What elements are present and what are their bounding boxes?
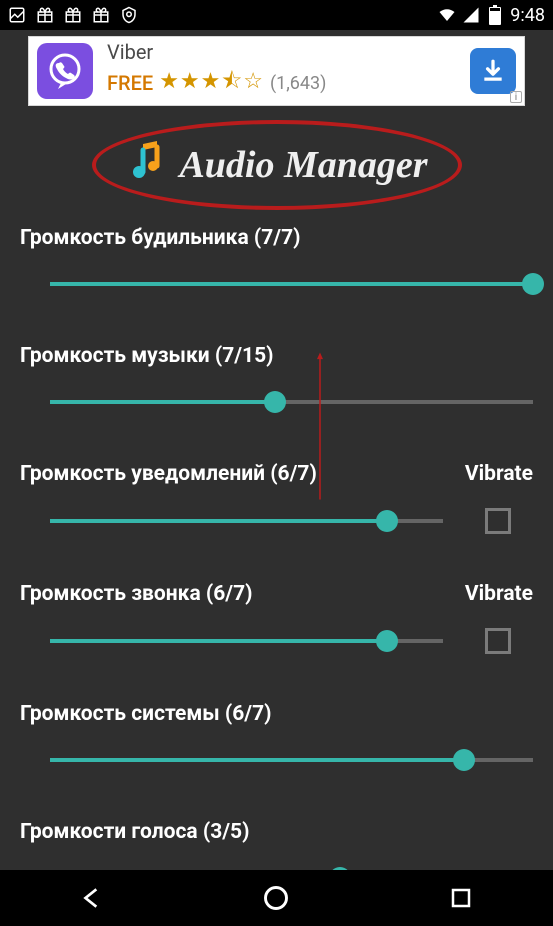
vibrate-label: Vibrate <box>465 582 533 606</box>
vibrate-label: Vibrate <box>465 462 533 486</box>
clock: 9:48 <box>510 5 545 26</box>
ad-free-label: FREE <box>107 71 153 95</box>
gift-icon <box>92 6 110 24</box>
volume-control: Громкость звонка (6/7) Vibrate <box>20 582 533 654</box>
volume-control: Громкость уведомлений (6/7) Vibrate <box>20 462 533 534</box>
volume-slider[interactable] <box>50 390 533 414</box>
shield-icon <box>120 6 138 24</box>
home-button[interactable] <box>260 882 292 914</box>
vibrate-checkbox[interactable] <box>485 628 511 654</box>
signal-icon <box>462 6 480 24</box>
volume-control: Громкость системы (6/7) <box>20 702 533 772</box>
ad-banner[interactable]: Viber FREE ★★★⯪☆ (1,643) i <box>28 36 525 106</box>
volume-controls: Громкость будильника (7/7) Громкость музы… <box>0 216 553 890</box>
ad-info-icon[interactable]: i <box>510 91 522 103</box>
app-title-area: Audio Manager <box>92 120 462 210</box>
status-bar: 9:48 <box>0 0 553 30</box>
volume-slider[interactable] <box>50 748 533 772</box>
battery-icon <box>486 6 504 24</box>
download-button[interactable] <box>470 48 516 94</box>
image-icon <box>8 6 26 24</box>
ad-title: Viber <box>107 40 326 64</box>
volume-slider[interactable] <box>50 509 443 533</box>
volume-label: Громкость будильника (7/7) <box>20 226 301 250</box>
ad-stars: ★★★⯪☆ <box>159 64 264 102</box>
gift-icon <box>36 6 54 24</box>
volume-label: Громкость уведомлений (6/7) <box>20 462 317 486</box>
recent-apps-button[interactable] <box>445 882 477 914</box>
status-right: 9:48 <box>438 5 545 26</box>
volume-slider[interactable] <box>50 629 443 653</box>
ad-text: Viber FREE ★★★⯪☆ (1,643) <box>107 40 326 102</box>
volume-label: Громкости голоса (3/5) <box>20 820 249 844</box>
volume-label: Громкость системы (6/7) <box>20 702 272 726</box>
volume-control: Громкость будильника (7/7) <box>20 226 533 296</box>
navigation-bar <box>0 870 553 926</box>
ad-rating-count: (1,643) <box>270 73 326 94</box>
volume-label: Громкость звонка (6/7) <box>20 582 253 606</box>
status-left <box>8 6 138 24</box>
volume-control: Громкость музыки (7/15) <box>20 344 533 414</box>
wifi-icon <box>438 6 456 24</box>
volume-label: Громкость музыки (7/15) <box>20 344 274 368</box>
gift-icon <box>64 6 82 24</box>
volume-slider[interactable] <box>50 272 533 296</box>
vibrate-checkbox[interactable] <box>485 508 511 534</box>
viber-app-icon <box>37 43 93 99</box>
back-button[interactable] <box>76 882 108 914</box>
annotation-ellipse <box>92 120 462 210</box>
